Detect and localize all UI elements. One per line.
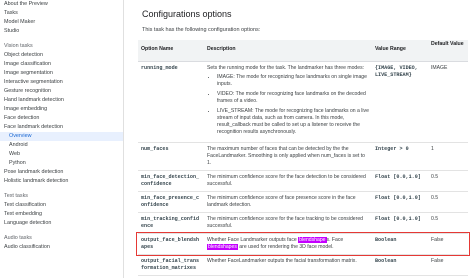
intro-text: This task has the following configuratio…: [142, 27, 261, 33]
default-value: 0.5: [431, 174, 439, 180]
header-description: Description: [207, 46, 236, 52]
sidebar-item-face-landmark-detection[interactable]: Face landmark detection: [0, 123, 123, 132]
table-row-highlighted: output_face_blendshapes Whether Face Lan…: [136, 232, 470, 256]
sidebar-section-audio: Audio tasks: [4, 235, 32, 241]
sidebar-section-vision: Vision tasks: [4, 43, 33, 49]
option-description: The minimum confidence score for the fac…: [207, 174, 366, 187]
default-value: IMAGE: [431, 65, 448, 71]
value-range: Boolean: [375, 258, 397, 264]
sidebar-item-face-detection[interactable]: Face detection: [0, 114, 123, 123]
sidebar-item-holistic-landmark-detection[interactable]: Holistic landmark detection: [0, 177, 123, 186]
sidebar-item-android[interactable]: Android: [0, 141, 123, 150]
sidebar-item-hand-landmark-detection[interactable]: Hand landmark detection: [0, 96, 123, 105]
value-range: {IMAGE, VIDEO, LIVE_STREAM}: [375, 65, 418, 78]
value-range: Integer > 0: [375, 146, 409, 152]
sidebar-item-image-embedding[interactable]: Image embedding: [0, 105, 123, 114]
bullet-video: VIDEO: The mode for recognizing face lan…: [217, 91, 369, 105]
sidebar-section-text: Text tasks: [4, 193, 28, 199]
option-name: min_tracking_confidence: [141, 216, 200, 229]
description-text: Sets the running mode for the task. The …: [207, 65, 365, 71]
option-name: min_face_presence_confidence: [141, 195, 200, 208]
search-highlight: blendshape: [298, 237, 327, 243]
header-default-value: Default Value: [431, 41, 464, 47]
sidebar-item-python[interactable]: Python: [0, 159, 123, 168]
description-text: are used for rendering the 3D face model…: [237, 244, 334, 250]
option-name: output_facial_transformation_matrixes: [141, 258, 200, 271]
value-range: Float [0.0,1.0]: [375, 174, 421, 180]
option-description: Sets the running mode for the task. The …: [204, 62, 372, 142]
sidebar-item-language-detection[interactable]: Language detection: [0, 219, 123, 228]
header-option-name: Option Name: [141, 46, 174, 52]
bullet-live-stream: LIVE_STREAM: The mode for recognizing fa…: [217, 108, 369, 136]
value-range: Float [0.0,1.0]: [375, 216, 421, 222]
option-name: output_face_blendshapes: [141, 237, 200, 250]
value-range: Float [0.0,1.0]: [375, 195, 421, 201]
sidebar-item-web[interactable]: Web: [0, 150, 123, 159]
option-description: Whether Face Landmarker outputs face ble…: [204, 234, 372, 254]
main-content: Configurations options This task has the…: [124, 0, 474, 278]
option-description: The maximum number of faces that can be …: [207, 146, 365, 166]
option-name: num_faces: [141, 146, 169, 152]
sidebar-item-text-classification[interactable]: Text classification: [0, 201, 123, 210]
sidebar-item-image-segmentation[interactable]: Image segmentation: [0, 69, 123, 78]
table-row: min_face_detection_confidence The minimu…: [138, 171, 468, 192]
bullet-image: IMAGE: The mode for recognizing face lan…: [217, 74, 369, 88]
description-text: Whether Face Landmarker outputs face: [207, 237, 299, 243]
sidebar-item-tasks[interactable]: Tasks: [0, 9, 123, 18]
table-header: Option Name Description Value Range Defa…: [138, 40, 468, 62]
option-name: min_face_detection_confidence: [141, 174, 200, 187]
table-row: num_faces The maximum number of faces th…: [138, 143, 468, 171]
sidebar-nav: About the Preview Tasks Model Maker Stud…: [0, 0, 124, 278]
sidebar-item-about-preview[interactable]: About the Preview: [0, 0, 123, 9]
sidebar-item-text-embedding[interactable]: Text embedding: [0, 210, 123, 219]
sidebar-item-model-maker[interactable]: Model Maker: [0, 18, 123, 27]
default-value: False: [431, 237, 444, 243]
sidebar-item-pose-landmark-detection[interactable]: Pose landmark detection: [0, 168, 123, 177]
sidebar-item-studio[interactable]: Studio: [0, 27, 123, 36]
sidebar-item-object-detection[interactable]: Object detection: [0, 51, 123, 60]
sidebar-item-image-classification[interactable]: Image classification: [0, 60, 123, 69]
header-value-range: Value Range: [375, 46, 406, 52]
search-highlight: blendshapes: [207, 244, 238, 250]
sidebar-item-gesture-recognition[interactable]: Gesture recognition: [0, 87, 123, 96]
default-value: False: [431, 258, 444, 264]
config-table: Option Name Description Value Range Defa…: [136, 40, 470, 276]
option-description: Whether FaceLandmarker outputs the facia…: [207, 258, 357, 264]
default-value: 1: [431, 146, 434, 152]
table-row: min_tracking_confidence The minimum conf…: [138, 213, 468, 234]
default-value: 0.5: [431, 195, 439, 201]
sidebar-item-overview[interactable]: Overview: [0, 132, 123, 141]
sidebar-item-audio-classification[interactable]: Audio classification: [0, 243, 123, 252]
page-title: Configurations options: [142, 9, 232, 19]
description-text: s. Face: [326, 237, 344, 243]
table-row: running_mode Sets the running mode for t…: [138, 62, 468, 143]
table-row: min_face_presence_confidence The minimum…: [138, 192, 468, 213]
sidebar-item-interactive-segmentation[interactable]: Interactive segmentation: [0, 78, 123, 87]
option-name: running_mode: [141, 65, 178, 71]
table-row: output_facial_transformation_matrixes Wh…: [138, 255, 468, 276]
option-description: The minimum confidence score for the fac…: [207, 216, 364, 229]
value-range: Boolean: [375, 237, 397, 243]
option-description: The minimum confidence score of face pre…: [207, 195, 356, 208]
default-value: 0.5: [431, 216, 439, 222]
